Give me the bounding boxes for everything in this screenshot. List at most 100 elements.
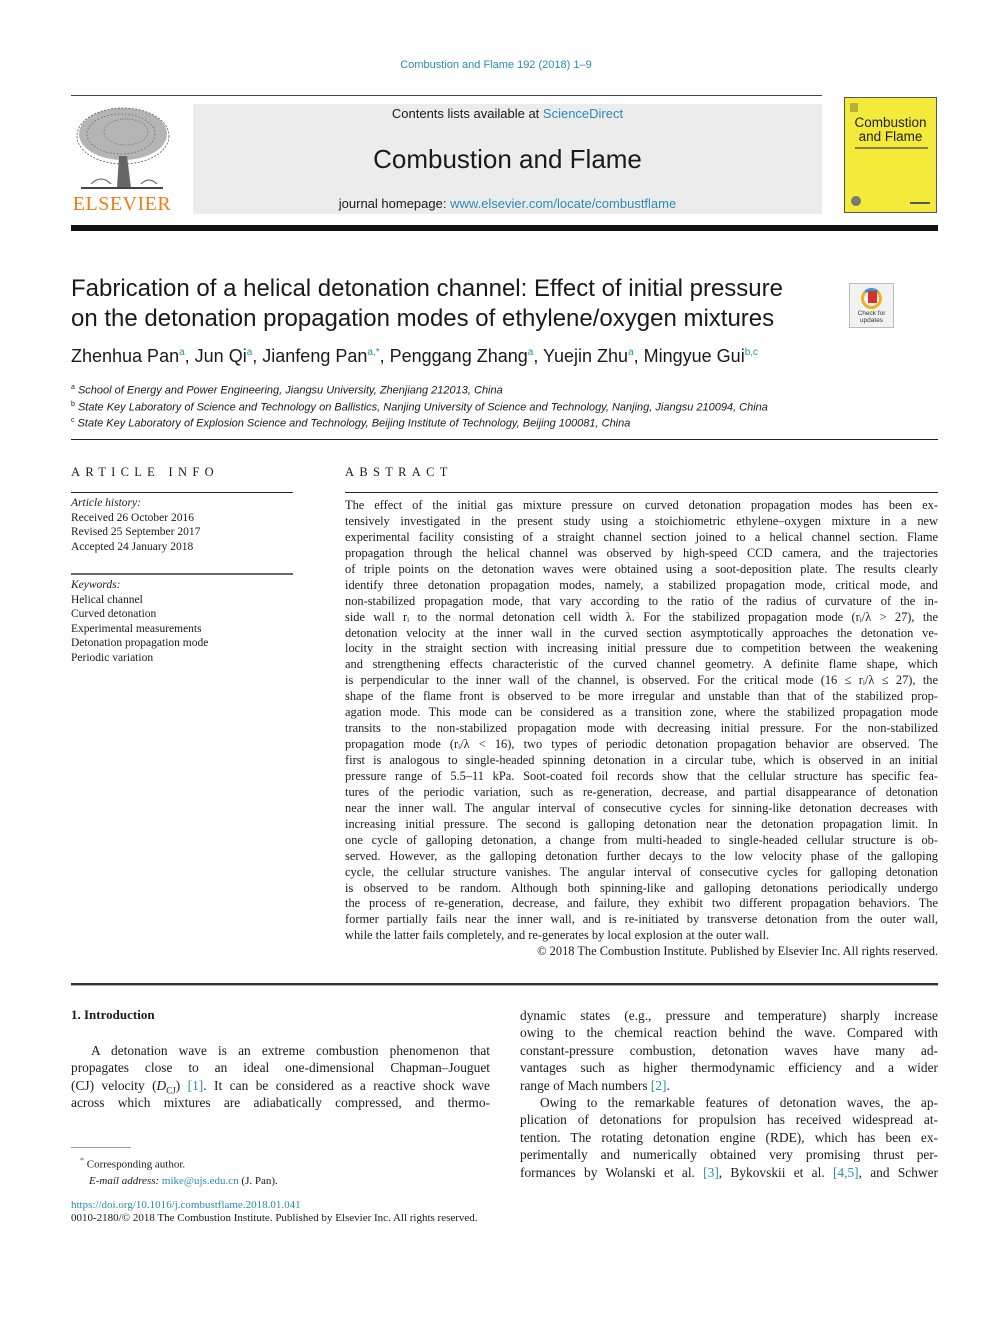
text-run: (CJ) velocity ( — [71, 1077, 157, 1093]
cover-subtitle-bar — [855, 147, 928, 149]
abstract-line: tures of the periodic variation, such as… — [345, 784, 938, 799]
citation-link[interactable]: [1] — [188, 1078, 204, 1093]
abstract-line: and strengthening effects characteristic… — [345, 657, 938, 672]
abstract-line: while the latter fails completely, and r… — [345, 928, 770, 943]
body-line: Owing to the remarkable features of deto… — [520, 1094, 938, 1111]
text-run: owing to the chemical reaction behind th… — [520, 1025, 938, 1041]
abstract-line: the process of re-generation, decrease, … — [345, 896, 938, 911]
abstract-line: pressure range of 5.5–11 kPa. Soot-coate… — [345, 768, 938, 783]
abstract-line: cycle, the cellular structure vanishes. … — [345, 864, 938, 879]
contents-prefix: Contents lists available at — [391, 106, 543, 121]
citation-link[interactable]: [2] — [651, 1078, 667, 1093]
affiliation-marker[interactable]: b,c — [745, 347, 758, 358]
contents-available-line: Contents lists available at ScienceDirec… — [193, 106, 822, 121]
article-history: Article history: Received 26 October 201… — [71, 496, 200, 554]
abstract-line: near the inner wall. The angular interva… — [345, 800, 938, 815]
text-run: perimentally and numerically obtained ve… — [520, 1147, 938, 1163]
body-line: (CJ) velocity (DCJ) [1]. It can be consi… — [71, 1077, 490, 1096]
text-run: formances by Wolanski et al. — [520, 1164, 704, 1180]
check-for-updates-button[interactable]: Check for updates — [849, 283, 894, 328]
abstract-line: propagation mode (rᵢ/λ < 16), two types … — [345, 737, 938, 752]
corresponding-text: Corresponding author. — [86, 1158, 186, 1171]
body-line: dynamic states (e.g., pressure and tempe… — [520, 1007, 938, 1024]
keyword: Helical channel — [71, 593, 143, 606]
author-separator: , — [533, 346, 543, 366]
author-name[interactable]: Jun Qi — [195, 346, 247, 366]
abstract-line: one cycle of galloping detonation, a cha… — [345, 832, 938, 847]
abstract-line: is perpendicular to the inner wall of th… — [345, 673, 938, 688]
text-run: , and Schwer — [858, 1164, 938, 1180]
cover-title-line2: and Flame — [858, 129, 923, 144]
journal-homepage-line: journal homepage: www.elsevier.com/locat… — [193, 196, 822, 211]
keywords-rule — [71, 573, 293, 575]
cover-footnote-bar — [910, 202, 930, 204]
abstract-rule — [345, 492, 938, 493]
keyword: Periodic variation — [71, 651, 154, 664]
text-run: . It can be considered as a reactive sho… — [203, 1077, 490, 1093]
doi-link[interactable]: https://doi.org/10.1016/j.combustflame.2… — [71, 1199, 301, 1211]
article-title: Fabrication of a helical detonation chan… — [71, 274, 831, 334]
history-received: Received 26 October 2016 — [71, 511, 194, 524]
journal-name: Combustion and Flame — [373, 144, 642, 174]
journal-cover-thumbnail[interactable]: Combustion and Flame — [844, 97, 937, 213]
footnotes: * Corresponding author. E-mail address: … — [80, 1153, 278, 1189]
email-suffix: (J. Pan). — [238, 1174, 278, 1187]
keywords: Keywords: Helical channel Curved detonat… — [71, 578, 208, 665]
history-accepted: Accepted 24 January 2018 — [71, 540, 194, 553]
body-line: propagates close to an ideal one-dimensi… — [71, 1060, 490, 1076]
text-run: plication of detonations for propulsion … — [520, 1112, 938, 1128]
author-list: Zhenhua Pana, Jun Qia, Jianfeng Pana,*, … — [71, 346, 758, 367]
cover-title: Combustion and Flame — [845, 116, 936, 144]
sciencedirect-link[interactable]: ScienceDirect — [543, 106, 623, 121]
elsevier-logo[interactable]: ELSEVIER — [71, 104, 173, 216]
author-name[interactable]: Jianfeng Pan — [262, 346, 367, 366]
keyword: Detonation propagation mode — [71, 637, 209, 649]
affiliations-rule — [71, 439, 938, 440]
elsevier-tree-icon — [76, 107, 170, 189]
abstract-line: locity in the straight section with incr… — [345, 641, 938, 656]
abstract-line: identify three detonation propagation mo… — [345, 577, 938, 592]
text-run: range of Mach numbers — [520, 1077, 651, 1093]
journal-citation-link[interactable]: Combustion and Flame 192 (2018) 1–9 — [0, 59, 992, 71]
body-line: perimentally and numerically obtained ve… — [520, 1146, 938, 1163]
body-line: constant-pressure combustion, detonation… — [520, 1042, 938, 1059]
keywords-label: Keywords: — [71, 579, 121, 591]
citation-link[interactable]: [3] — [703, 1165, 719, 1180]
abstract-line: former partially fails near the inner wa… — [345, 912, 938, 927]
author-name[interactable]: Penggang Zhang — [390, 346, 528, 366]
symbol: D — [156, 1077, 167, 1093]
text-run: dynamic states (e.g., pressure and tempe… — [520, 1008, 938, 1023]
journal-homepage-link[interactable]: www.elsevier.com/locate/combustflame — [450, 196, 676, 211]
body-line: across which mixtures are adiabatically … — [71, 1095, 490, 1111]
bookmark-icon — [868, 291, 877, 303]
affiliation-item: c State Key Laboratory of Explosion Scie… — [71, 414, 768, 431]
affiliation-text: State Key Laboratory of Explosion Scienc… — [74, 417, 631, 430]
title-line1: Fabrication of a helical detonation chan… — [71, 275, 783, 302]
article-info-heading: ARTICLE INFO — [71, 465, 219, 479]
issn-copyright: 0010-2180/© 2018 The Combustion Institut… — [71, 1212, 478, 1224]
check-updates-line2: updates — [859, 317, 884, 324]
check-updates-line1: Check for — [857, 310, 886, 317]
abstract-line: transits to the non-stabilized propagati… — [345, 721, 938, 736]
affiliations: a School of Energy and Power Engineering… — [71, 381, 768, 431]
abstract-line: propagation through the helical channel … — [345, 545, 938, 560]
email-link[interactable]: mike@ujs.edu.cn — [162, 1175, 239, 1187]
author-name[interactable]: Zhenhua Pan — [71, 346, 179, 366]
affiliation-marker[interactable]: a,* — [367, 347, 379, 358]
title-line2: on the detonation propagation modes of e… — [71, 305, 775, 332]
text-run: ) — [175, 1077, 188, 1093]
body-line: owing to the chemical reaction behind th… — [520, 1024, 938, 1041]
author-name[interactable]: Yuejin Zhu — [543, 346, 628, 366]
homepage-prefix: journal homepage: — [338, 196, 451, 211]
text-run: , Bykovskii et al. — [718, 1164, 833, 1180]
abstract-line: shape of the flame front is observed to … — [345, 689, 938, 704]
body-rule-shadow — [71, 985, 938, 986]
header-thick-rule — [71, 225, 938, 231]
elsevier-wordmark: ELSEVIER — [72, 193, 172, 215]
author-separator: , — [633, 346, 644, 366]
author-name[interactable]: Mingyue Gui — [644, 346, 745, 366]
body-line: tention. The rotating detonation engine … — [520, 1129, 938, 1146]
body-line: vantages such as higher thermodynamic ef… — [520, 1059, 938, 1076]
abstract-line: detonation velocity at the inner wall in… — [345, 625, 938, 640]
citation-link[interactable]: [4,5] — [833, 1165, 859, 1180]
